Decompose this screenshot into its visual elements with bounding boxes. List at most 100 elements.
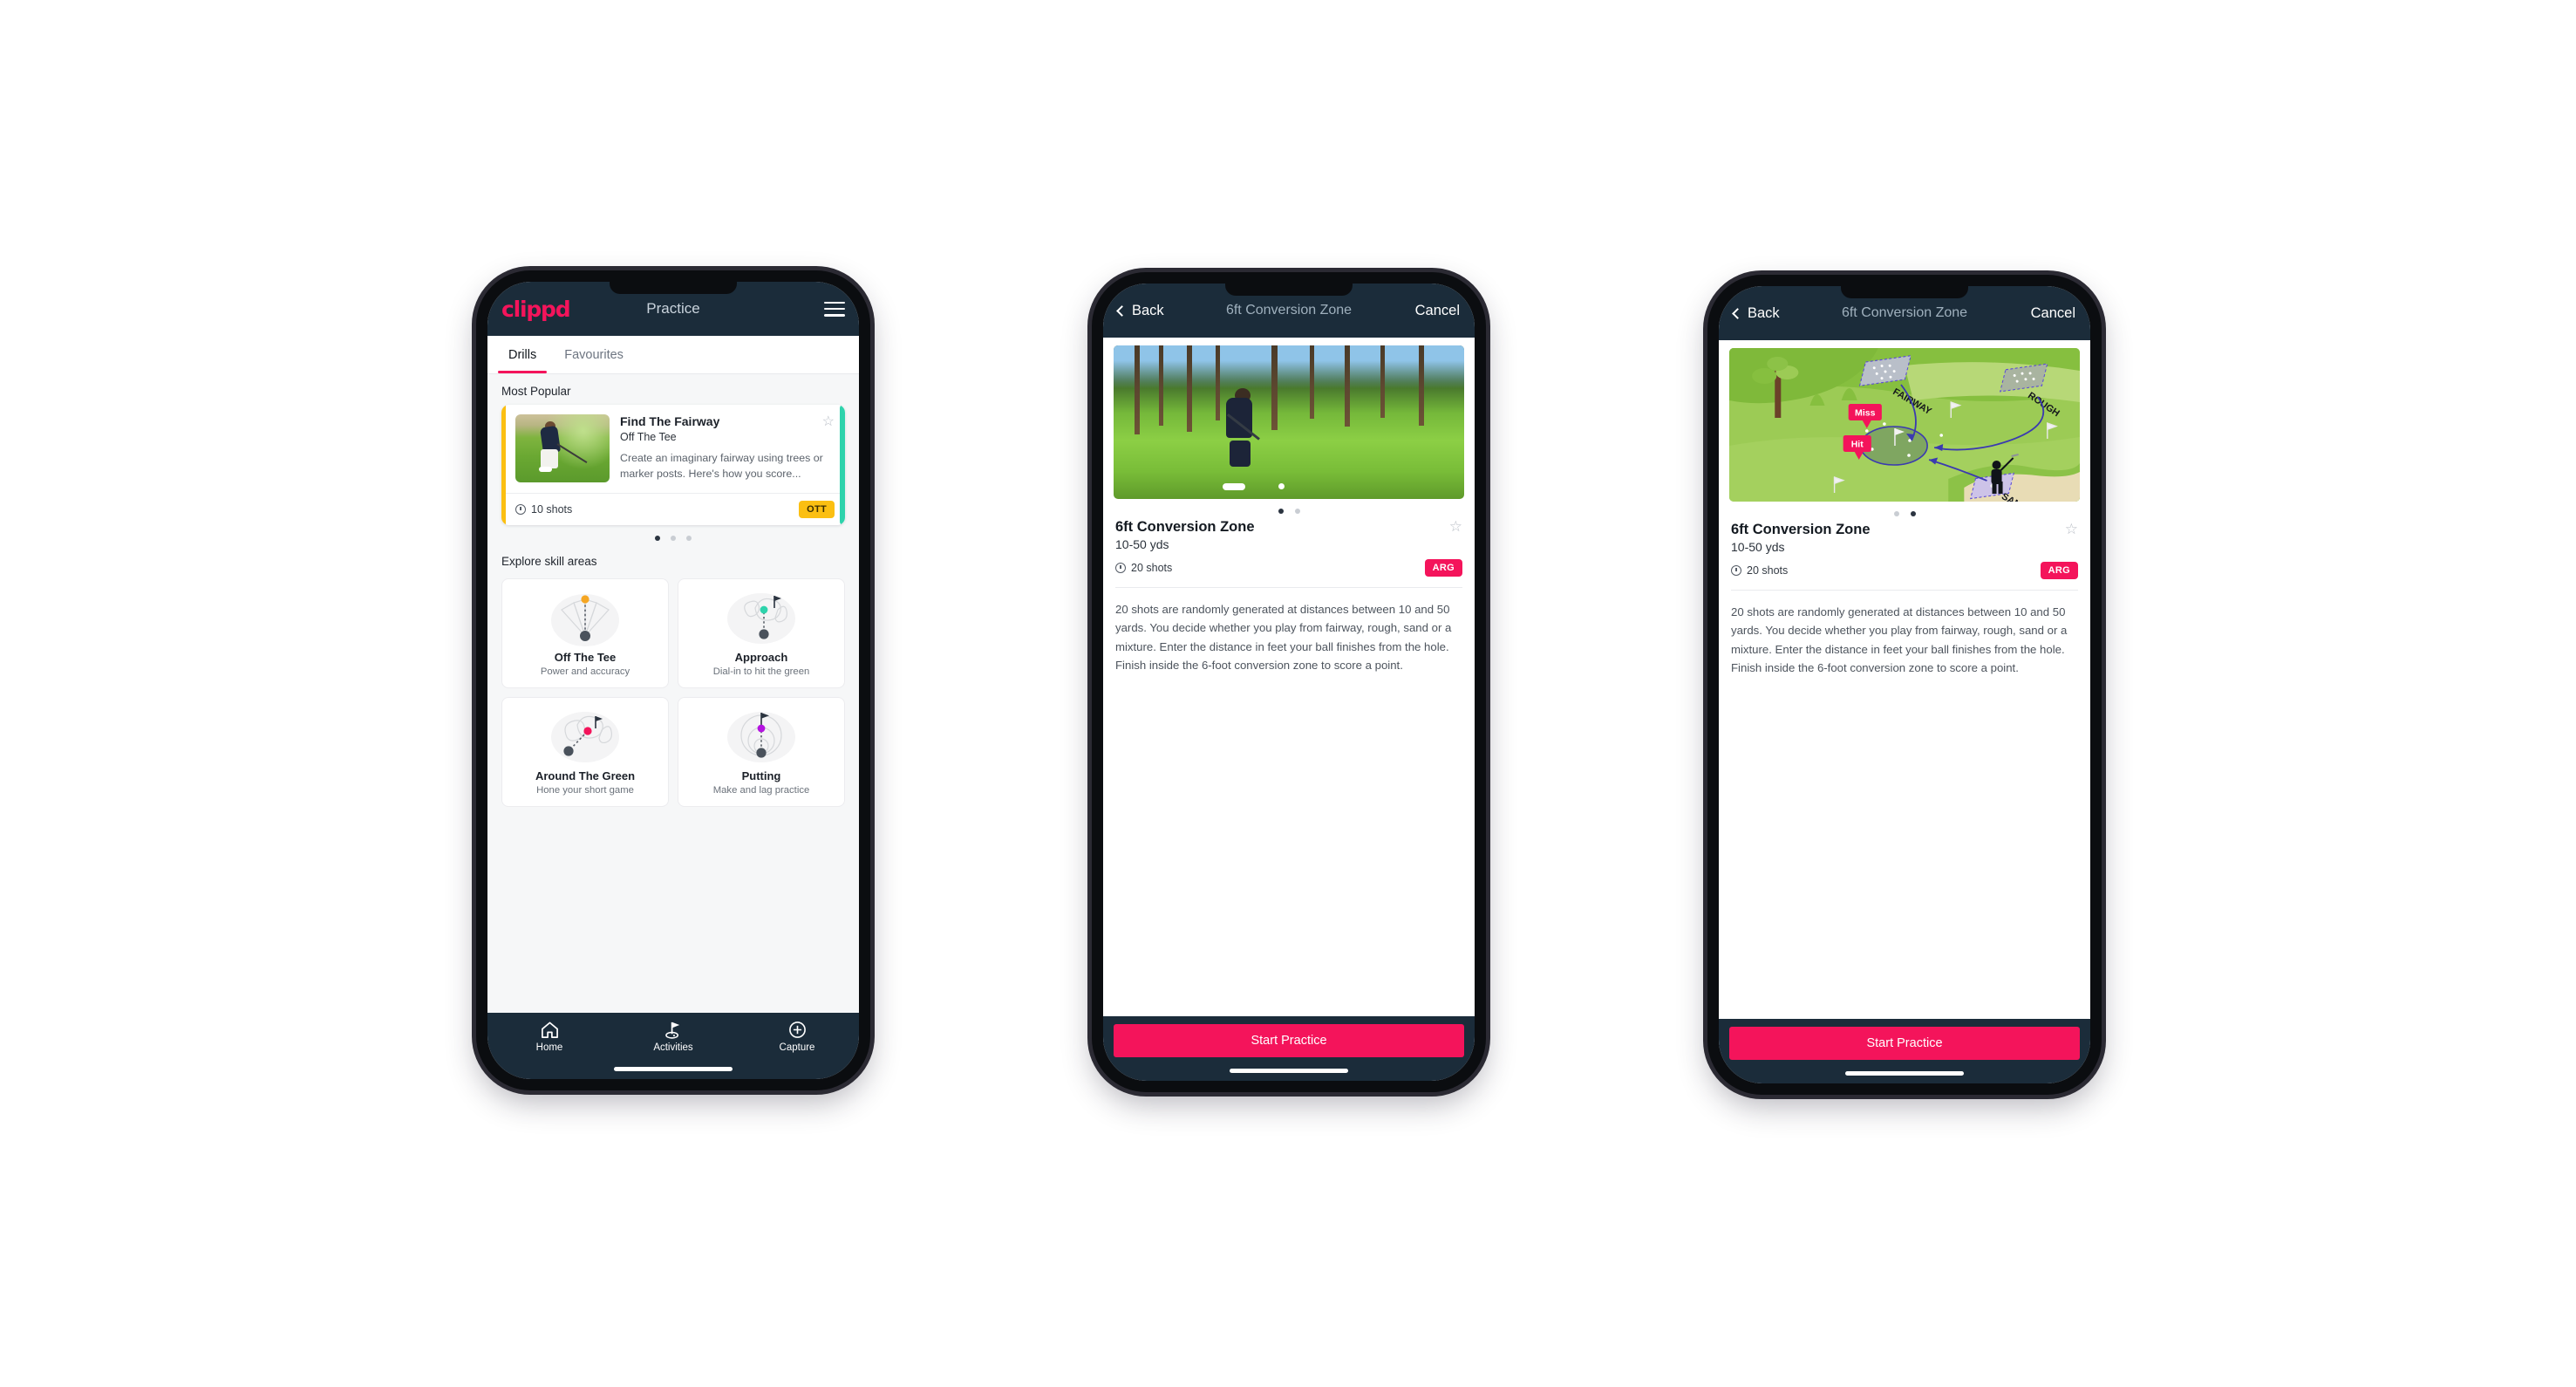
nav-label: Activities (653, 1042, 693, 1053)
clippd-logo[interactable]: clippd (501, 297, 571, 322)
most-popular-label: Most Popular (501, 385, 571, 398)
back-label: Back (1132, 302, 1164, 318)
drill-meta: Find The Fairway Off The Tee Create an i… (620, 414, 835, 482)
skill-areas-grid: Off The Tee Power and accuracy Approach … (487, 575, 859, 819)
detail-header: 6ft Conversion Zone 10-50 yds ☆ 20 shots… (1719, 519, 2090, 579)
course-diagram-illustration: FAIRWAY ROUGH Miss Hit (1729, 348, 2080, 502)
carousel-dot-2[interactable] (671, 536, 676, 541)
detail-dot-2[interactable] (1910, 511, 1916, 516)
notch (610, 282, 737, 294)
nav-item-home[interactable]: Home (515, 1021, 584, 1053)
start-practice-button[interactable]: Start Practice (1114, 1024, 1464, 1057)
hamburger-icon[interactable] (824, 301, 845, 317)
hero-media[interactable]: FAIRWAY ROUGH Miss Hit (1729, 348, 2080, 502)
skill-name: Around The Green (535, 769, 636, 782)
detail-shots: 20 shots (1731, 564, 1788, 577)
phone-detail-diagram: Back 6ft Conversion Zone Cancel FAIRWAY … (1707, 275, 2102, 1095)
plus-circle-icon (788, 1021, 806, 1038)
cancel-button[interactable]: Cancel (1415, 303, 1460, 319)
drill-title: Find The Fairway (620, 414, 720, 428)
skill-desc: Hone your short game (536, 785, 634, 796)
chevron-left-icon (1732, 307, 1743, 319)
golfer-chipping-photo (1114, 345, 1464, 499)
back-label: Back (1748, 304, 1780, 321)
drill-skill-chip: OTT (799, 501, 835, 518)
skill-card-putting[interactable]: Putting Make and lag practice (678, 697, 845, 807)
back-button[interactable]: Back (1116, 302, 1164, 319)
explore-skill-areas-label: Explore skill areas (501, 555, 597, 568)
detail-shots: 20 shots (1115, 562, 1172, 574)
detail-header: 6ft Conversion Zone 10-50 yds ☆ 20 shots… (1103, 516, 1475, 577)
chevron-left-icon (1116, 304, 1128, 317)
clock-icon (1731, 565, 1741, 576)
carousel-dots[interactable] (487, 525, 859, 544)
approach-green-icon (684, 588, 839, 649)
golf-flag-icon (664, 1021, 679, 1039)
detail-description: 20 shots are randomly generated at dista… (1115, 603, 1452, 673)
detail-diagram-content: FAIRWAY ROUGH Miss Hit 6ft Conversion Zo… (1719, 340, 2090, 1019)
drill-thumbnail (515, 414, 610, 482)
detail-carousel-dots[interactable] (1719, 502, 2090, 519)
detail-dot-1[interactable] (1893, 511, 1899, 516)
detail-photo-content: 6ft Conversion Zone 10-50 yds ☆ 20 shots… (1103, 338, 1475, 1016)
skill-card-off-the-tee[interactable]: Off The Tee Power and accuracy (501, 578, 669, 688)
detail-subtitle: 10-50 yds (1731, 540, 1785, 554)
nav-item-activities[interactable]: Activities (638, 1021, 708, 1053)
phone-practice: clippd Practice Drills Favourites Most P… (476, 270, 870, 1090)
start-practice-button[interactable]: Start Practice (1729, 1027, 2080, 1060)
drill-carousel[interactable]: Find The Fairway Off The Tee Create an i… (487, 405, 859, 525)
carousel-dot-3[interactable] (686, 536, 692, 541)
detail-meta-row: 20 shots ARG (1115, 559, 1462, 577)
home-indicator (1230, 1069, 1348, 1073)
tee-fan-icon (508, 588, 663, 649)
star-outline-icon[interactable]: ☆ (2065, 522, 2078, 536)
cancel-button[interactable]: Cancel (2031, 305, 2075, 322)
detail-meta-row: 20 shots ARG (1731, 562, 2078, 579)
carousel-dot-1[interactable] (655, 536, 660, 541)
detail-dot-1[interactable] (1278, 509, 1284, 514)
skill-card-approach[interactable]: Approach Dial-in to hit the green (678, 578, 845, 688)
bottom-navigation: Home Activities Capture (487, 1013, 859, 1079)
detail-carousel-dots[interactable] (1103, 499, 1475, 516)
nav-label: Capture (779, 1042, 815, 1053)
drill-shots: 10 shots (515, 503, 572, 516)
screenshot-stage: clippd Practice Drills Favourites Most P… (0, 0, 2576, 1387)
star-outline-icon[interactable]: ☆ (822, 415, 835, 429)
detail-description: 20 shots are randomly generated at dista… (1731, 605, 2068, 675)
home-icon (541, 1021, 558, 1038)
notch (1225, 284, 1353, 296)
nav-label: Home (535, 1042, 563, 1053)
hero-media[interactable] (1114, 345, 1464, 499)
detail-title: 6ft Conversion Zone (1731, 522, 1871, 537)
skill-name: Putting (741, 769, 781, 782)
tab-drills[interactable]: Drills (494, 336, 550, 373)
drill-card[interactable]: Find The Fairway Off The Tee Create an i… (501, 405, 845, 525)
nav-item-capture[interactable]: Capture (762, 1021, 832, 1053)
skill-name: Off The Tee (554, 651, 617, 664)
drill-subtitle: Off The Tee (620, 430, 677, 443)
practice-content: Most Popular Find The Fairway Off The Te… (487, 374, 859, 1013)
detail-skill-chip: ARG (2040, 562, 2078, 579)
detail-shots-label: 20 shots (1747, 564, 1789, 577)
back-button[interactable]: Back (1732, 304, 1780, 322)
skill-card-around-the-green[interactable]: Around The Green Hone your short game (501, 697, 669, 807)
next-card-accent (840, 405, 845, 525)
drill-card-top: Find The Fairway Off The Tee Create an i… (501, 405, 845, 493)
detail-dot-2[interactable] (1294, 509, 1300, 514)
cta-container: Start Practice (1103, 1016, 1475, 1081)
star-outline-icon[interactable]: ☆ (1449, 519, 1462, 534)
skill-desc: Power and accuracy (540, 666, 630, 677)
notch (1841, 286, 1968, 298)
around-green-icon (508, 707, 663, 768)
svg-text:Miss: Miss (1855, 408, 1876, 419)
tab-favourites[interactable]: Favourites (550, 336, 637, 373)
skill-name: Approach (734, 651, 788, 664)
detail-title: 6ft Conversion Zone (1115, 519, 1255, 535)
skill-desc: Make and lag practice (712, 785, 810, 796)
practice-screen: clippd Practice Drills Favourites Most P… (487, 282, 859, 1079)
home-indicator (614, 1067, 733, 1071)
drill-card-footer: 10 shots OTT (501, 493, 845, 525)
svg-text:Hit: Hit (1851, 440, 1864, 450)
drill-shots-label: 10 shots (531, 503, 573, 516)
cta-container: Start Practice (1719, 1019, 2090, 1083)
